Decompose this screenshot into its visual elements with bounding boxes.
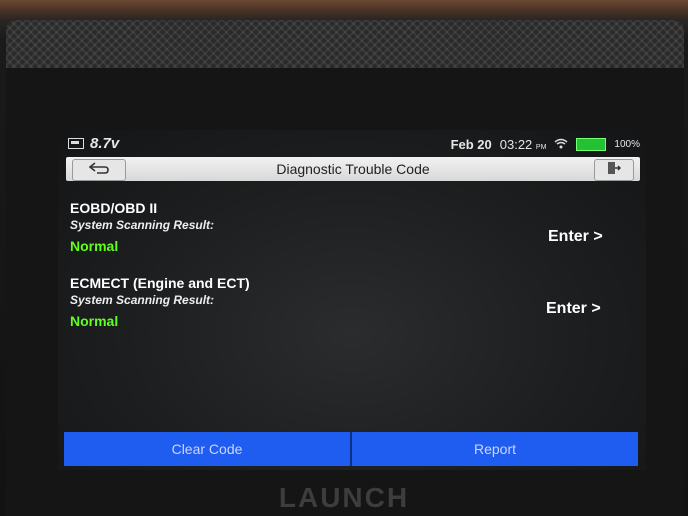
bottom-action-bar: Clear Code Report [64, 432, 638, 466]
exit-icon [607, 161, 622, 180]
enter-button-eobd[interactable]: Enter > [548, 228, 603, 246]
system-row-eobd[interactable]: EOBD/OBD II System Scanning Result: Norm… [70, 200, 630, 254]
battery-percent: 100% [614, 139, 640, 150]
status-ampm: PM [535, 144, 547, 151]
clear-code-button[interactable]: Clear Code [64, 432, 350, 466]
system-name: ECMECT (Engine and ECT) [70, 275, 250, 291]
battery-icon [576, 138, 607, 151]
tablet-screen: 8.7v Feb 20 03:22 PM 100% Diagnostic Tro… [58, 130, 646, 470]
status-bar: 8.7v Feb 20 03:22 PM 100% [58, 130, 646, 156]
system-status: Normal [70, 238, 119, 254]
status-left: 8.7v [68, 135, 119, 152]
status-date: Feb 20 [450, 137, 492, 152]
system-name: EOBD/OBD II [70, 200, 158, 216]
enter-button-ecmect[interactable]: Enter > [546, 300, 601, 318]
device-mesh-top [6, 20, 684, 68]
title-bar: Diagnostic Trouble Code [66, 157, 640, 181]
exit-button[interactable] [594, 159, 634, 181]
wifi-icon [554, 137, 568, 152]
voltage-readout: 8.7v [90, 135, 120, 152]
status-time: 03:22 PM [500, 137, 547, 152]
report-button[interactable]: Report [350, 432, 638, 466]
page-title: Diagnostic Trouble Code [276, 161, 430, 177]
brand-logo: LAUNCH [278, 482, 410, 513]
system-result-label: System Scanning Result: [70, 218, 215, 232]
status-time-value: 03:22 [499, 137, 533, 152]
car-battery-icon [68, 138, 84, 149]
status-right: Feb 20 03:22 PM 100% [451, 137, 640, 152]
